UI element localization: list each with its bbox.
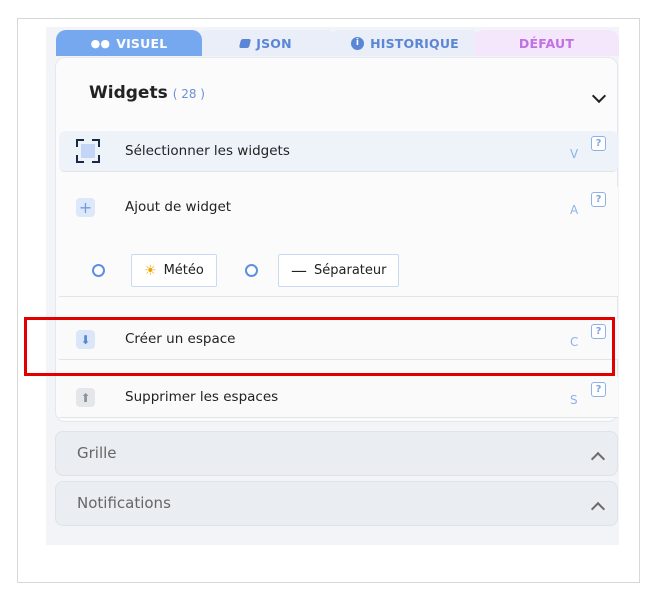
highlight-box	[24, 317, 615, 376]
eye-icon: ●●	[90, 36, 111, 50]
chevron-up-icon[interactable]	[590, 501, 606, 517]
selection-icon	[76, 139, 100, 163]
add-widget-label: Ajout de widget	[125, 199, 232, 215]
tab-defaut-label: DÉFAUT	[518, 35, 575, 51]
tab-historique-label: HISTORIQUE	[370, 35, 459, 51]
sun-icon: ☀	[144, 262, 157, 279]
info-icon: i	[351, 36, 365, 50]
plus-icon[interactable]: +	[76, 198, 95, 217]
arrow-up-icon: ⬆	[76, 388, 95, 407]
tab-json-label: JSON	[256, 35, 292, 51]
meteo-option[interactable]: ☀ Météo	[131, 254, 217, 287]
help-icon[interactable]: ?	[591, 136, 606, 151]
widgets-header[interactable]: Widgets ( 28 )	[89, 83, 205, 103]
delete-spaces-label: Supprimer les espaces	[125, 389, 279, 405]
widgets-count: ( 28 )	[172, 87, 205, 101]
add-widget-row: + Ajout de widget A ? ☀ Météo — Séparate…	[59, 187, 618, 297]
select-widgets-label: Sélectionner les widgets	[125, 143, 290, 159]
grille-title: Grille	[77, 444, 117, 462]
separator-label: Séparateur	[314, 263, 387, 278]
meteo-label: Météo	[163, 263, 204, 278]
grille-section[interactable]: Grille	[55, 431, 618, 476]
shortcut-key-a: A	[570, 203, 579, 217]
dash-icon: —	[291, 261, 307, 280]
chevron-up-icon[interactable]	[590, 451, 606, 467]
chevron-down-icon[interactable]	[591, 88, 607, 104]
separator-option[interactable]: — Séparateur	[278, 254, 400, 287]
notifications-title: Notifications	[77, 494, 171, 512]
tab-json[interactable]: JSON	[196, 30, 336, 56]
help-icon[interactable]: ?	[591, 382, 606, 397]
json-icon	[239, 38, 252, 48]
tab-visuel-label: VISUEL	[116, 35, 168, 51]
tab-bar: JSON i HISTORIQUE DÉFAUT ●● VISUEL	[56, 30, 619, 56]
meteo-radio[interactable]	[92, 264, 105, 277]
notifications-section[interactable]: Notifications	[55, 481, 618, 526]
delete-spaces-row[interactable]: ⬆ Supprimer les espaces S ?	[59, 377, 618, 418]
tab-historique[interactable]: i HISTORIQUE	[330, 30, 480, 56]
settings-panel: JSON i HISTORIQUE DÉFAUT ●● VISUEL Widge…	[46, 27, 619, 545]
help-icon[interactable]: ?	[591, 192, 606, 207]
separator-radio[interactable]	[245, 264, 258, 277]
tab-defaut[interactable]: DÉFAUT	[474, 30, 619, 56]
shortcut-key-v: V	[570, 147, 579, 161]
tab-visuel[interactable]: ●● VISUEL	[56, 30, 202, 56]
widgets-title: Widgets	[89, 83, 168, 103]
select-widgets-row[interactable]: Sélectionner les widgets V ?	[59, 131, 618, 172]
shortcut-key-s: S	[570, 393, 578, 407]
